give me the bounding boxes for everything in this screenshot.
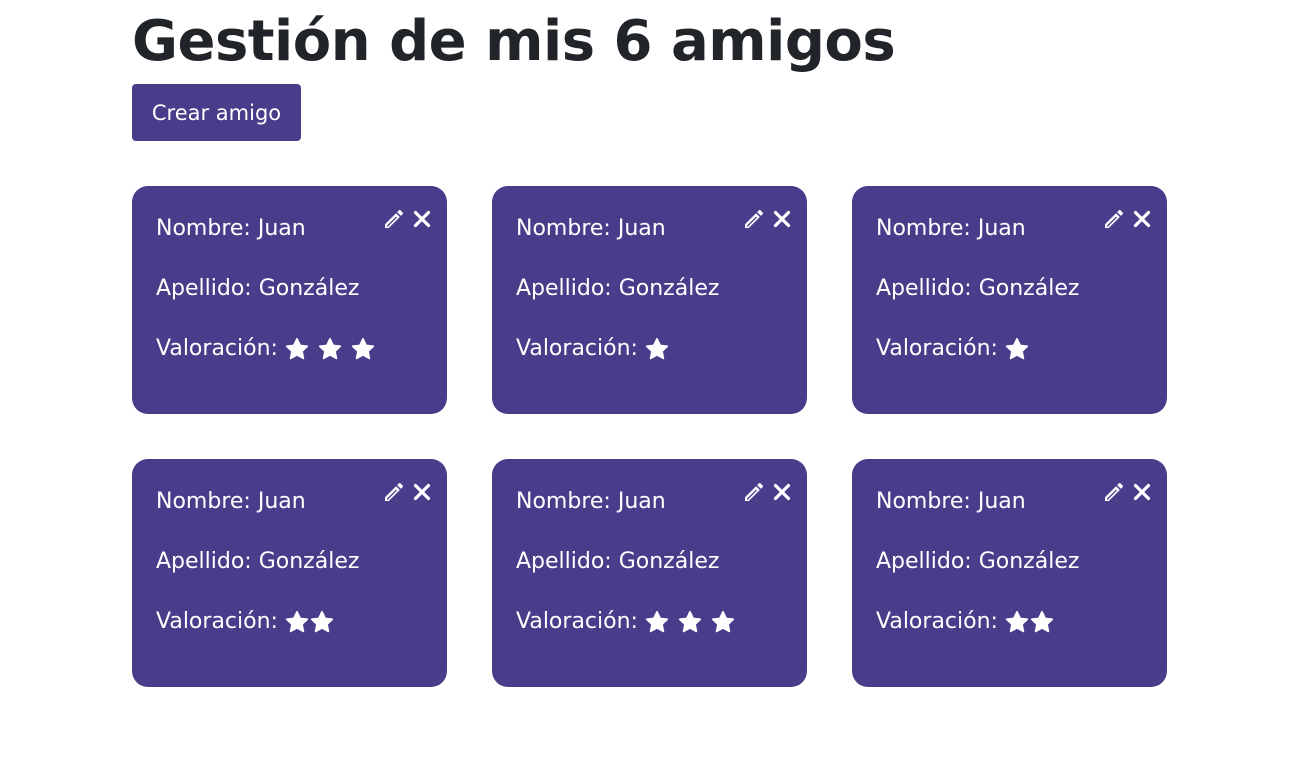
friend-valoracion: Valoración: xyxy=(516,335,677,363)
rating-stars xyxy=(1004,336,1037,362)
card-actions xyxy=(742,207,794,231)
nombre-value: Juan xyxy=(977,489,1026,514)
rating-stars xyxy=(644,609,743,635)
rating-stars xyxy=(284,609,334,635)
pencil-icon[interactable] xyxy=(1102,207,1126,231)
apellido-label: Apellido: xyxy=(156,549,252,574)
valoracion-label: Valoración: xyxy=(156,609,278,634)
star-icon xyxy=(317,336,343,362)
rating-stars xyxy=(644,336,677,362)
nombre-value: Juan xyxy=(257,489,306,514)
friend-nombre: Nombre: Juan xyxy=(876,215,1026,243)
nombre-label: Nombre: xyxy=(516,489,611,514)
friend-nombre: Nombre: Juan xyxy=(156,488,306,516)
valoracion-label: Valoración: xyxy=(876,609,998,634)
friend-apellido: Apellido: González xyxy=(156,548,359,576)
star-icon xyxy=(284,609,310,635)
star-icon xyxy=(677,609,703,635)
rating-stars xyxy=(284,336,383,362)
friend-nombre: Nombre: Juan xyxy=(516,488,666,516)
friend-apellido: Apellido: González xyxy=(516,548,719,576)
apellido-value: González xyxy=(978,276,1080,301)
nombre-label: Nombre: xyxy=(876,489,971,514)
nombre-value: Juan xyxy=(977,216,1026,241)
friend-card: Nombre: Juan Apellido: González Valoraci… xyxy=(852,459,1167,687)
friend-apellido: Apellido: González xyxy=(156,275,359,303)
star-icon xyxy=(710,609,736,635)
friend-apellido: Apellido: González xyxy=(876,275,1079,303)
star-icon xyxy=(644,609,670,635)
friend-card: Nombre: Juan Apellido: González Valoraci… xyxy=(852,186,1167,414)
pencil-icon[interactable] xyxy=(742,480,766,504)
friend-valoracion: Valoración: xyxy=(156,335,383,363)
close-icon[interactable] xyxy=(1130,480,1154,504)
card-actions xyxy=(1102,480,1154,504)
card-actions xyxy=(742,480,794,504)
nombre-value: Juan xyxy=(617,489,666,514)
apellido-label: Apellido: xyxy=(516,549,612,574)
close-icon[interactable] xyxy=(1130,207,1154,231)
create-friend-button[interactable]: Crear amigo xyxy=(132,84,301,141)
friend-nombre: Nombre: Juan xyxy=(156,215,306,243)
apellido-label: Apellido: xyxy=(156,276,252,301)
page-title: Gestión de mis 6 amigos xyxy=(132,9,896,74)
nombre-value: Juan xyxy=(257,216,306,241)
card-actions xyxy=(382,207,434,231)
nombre-label: Nombre: xyxy=(156,216,251,241)
rating-stars xyxy=(1004,609,1054,635)
main-container: Gestión de mis 6 amigos Crear amigo Nomb… xyxy=(132,0,1172,687)
close-icon[interactable] xyxy=(410,480,434,504)
close-icon[interactable] xyxy=(410,207,434,231)
friend-apellido: Apellido: González xyxy=(876,548,1079,576)
apellido-label: Apellido: xyxy=(876,549,972,574)
apellido-value: González xyxy=(618,549,720,574)
friend-card: Nombre: Juan Apellido: González Valoraci… xyxy=(132,186,447,414)
friend-card: Nombre: Juan Apellido: González Valoraci… xyxy=(132,459,447,687)
apellido-value: González xyxy=(618,276,720,301)
star-icon xyxy=(284,336,310,362)
star-icon xyxy=(1029,609,1055,635)
friend-card: Nombre: Juan Apellido: González Valoraci… xyxy=(492,459,807,687)
friend-valoracion: Valoración: xyxy=(876,335,1037,363)
pencil-icon[interactable] xyxy=(382,480,406,504)
star-icon xyxy=(1004,336,1030,362)
friend-nombre: Nombre: Juan xyxy=(516,215,666,243)
pencil-icon[interactable] xyxy=(742,207,766,231)
apellido-value: González xyxy=(258,276,360,301)
valoracion-label: Valoración: xyxy=(876,336,998,361)
apellido-label: Apellido: xyxy=(516,276,612,301)
friend-nombre: Nombre: Juan xyxy=(876,488,1026,516)
nombre-label: Nombre: xyxy=(516,216,611,241)
valoracion-label: Valoración: xyxy=(516,609,638,634)
friend-apellido: Apellido: González xyxy=(516,275,719,303)
apellido-label: Apellido: xyxy=(876,276,972,301)
valoracion-label: Valoración: xyxy=(156,336,278,361)
nombre-label: Nombre: xyxy=(156,489,251,514)
friend-valoracion: Valoración: xyxy=(156,608,334,636)
pencil-icon[interactable] xyxy=(382,207,406,231)
close-icon[interactable] xyxy=(770,480,794,504)
nombre-value: Juan xyxy=(617,216,666,241)
apellido-value: González xyxy=(978,549,1080,574)
friend-valoracion: Valoración: xyxy=(516,608,743,636)
friend-valoracion: Valoración: xyxy=(876,608,1054,636)
card-actions xyxy=(1102,207,1154,231)
star-icon xyxy=(309,609,335,635)
card-actions xyxy=(382,480,434,504)
pencil-icon[interactable] xyxy=(1102,480,1126,504)
apellido-value: González xyxy=(258,549,360,574)
valoracion-label: Valoración: xyxy=(516,336,638,361)
star-icon xyxy=(644,336,670,362)
close-icon[interactable] xyxy=(770,207,794,231)
friend-card: Nombre: Juan Apellido: González Valoraci… xyxy=(492,186,807,414)
star-icon xyxy=(1004,609,1030,635)
star-icon xyxy=(350,336,376,362)
nombre-label: Nombre: xyxy=(876,216,971,241)
